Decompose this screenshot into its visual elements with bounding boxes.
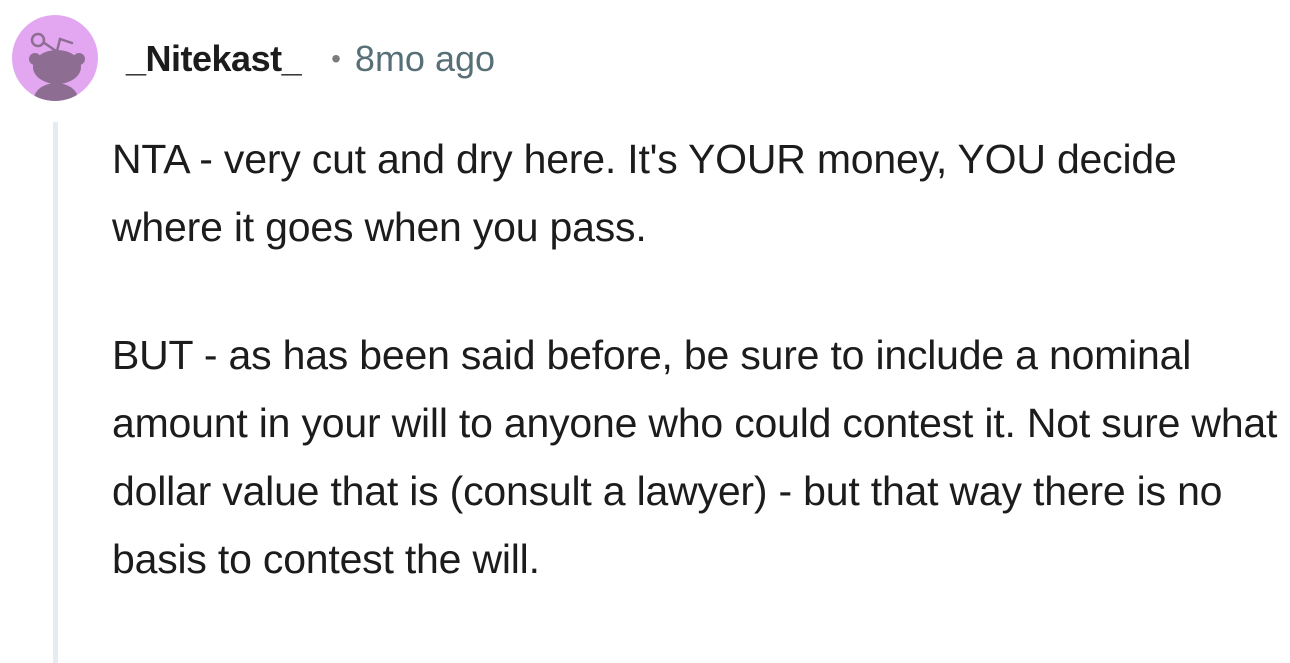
comment-header: _Nitekast_ • 8mo ago	[126, 34, 495, 84]
comment: _Nitekast_ • 8mo ago NTA - very cut and …	[0, 0, 1290, 663]
comment-paragraph: NTA - very cut and dry here. It's YOUR m…	[112, 136, 1177, 250]
reddit-snoo-avatar-icon	[29, 32, 85, 101]
separator-dot: •	[331, 43, 341, 74]
comment-body: NTA - very cut and dry here. It's YOUR m…	[112, 125, 1287, 593]
thread-collapse-line[interactable]	[53, 122, 58, 663]
username-link[interactable]: _Nitekast_	[126, 38, 302, 80]
timestamp[interactable]: 8mo ago	[355, 38, 495, 80]
avatar[interactable]	[12, 15, 98, 101]
comment-paragraph: BUT - as has been said before, be sure t…	[112, 332, 1278, 582]
